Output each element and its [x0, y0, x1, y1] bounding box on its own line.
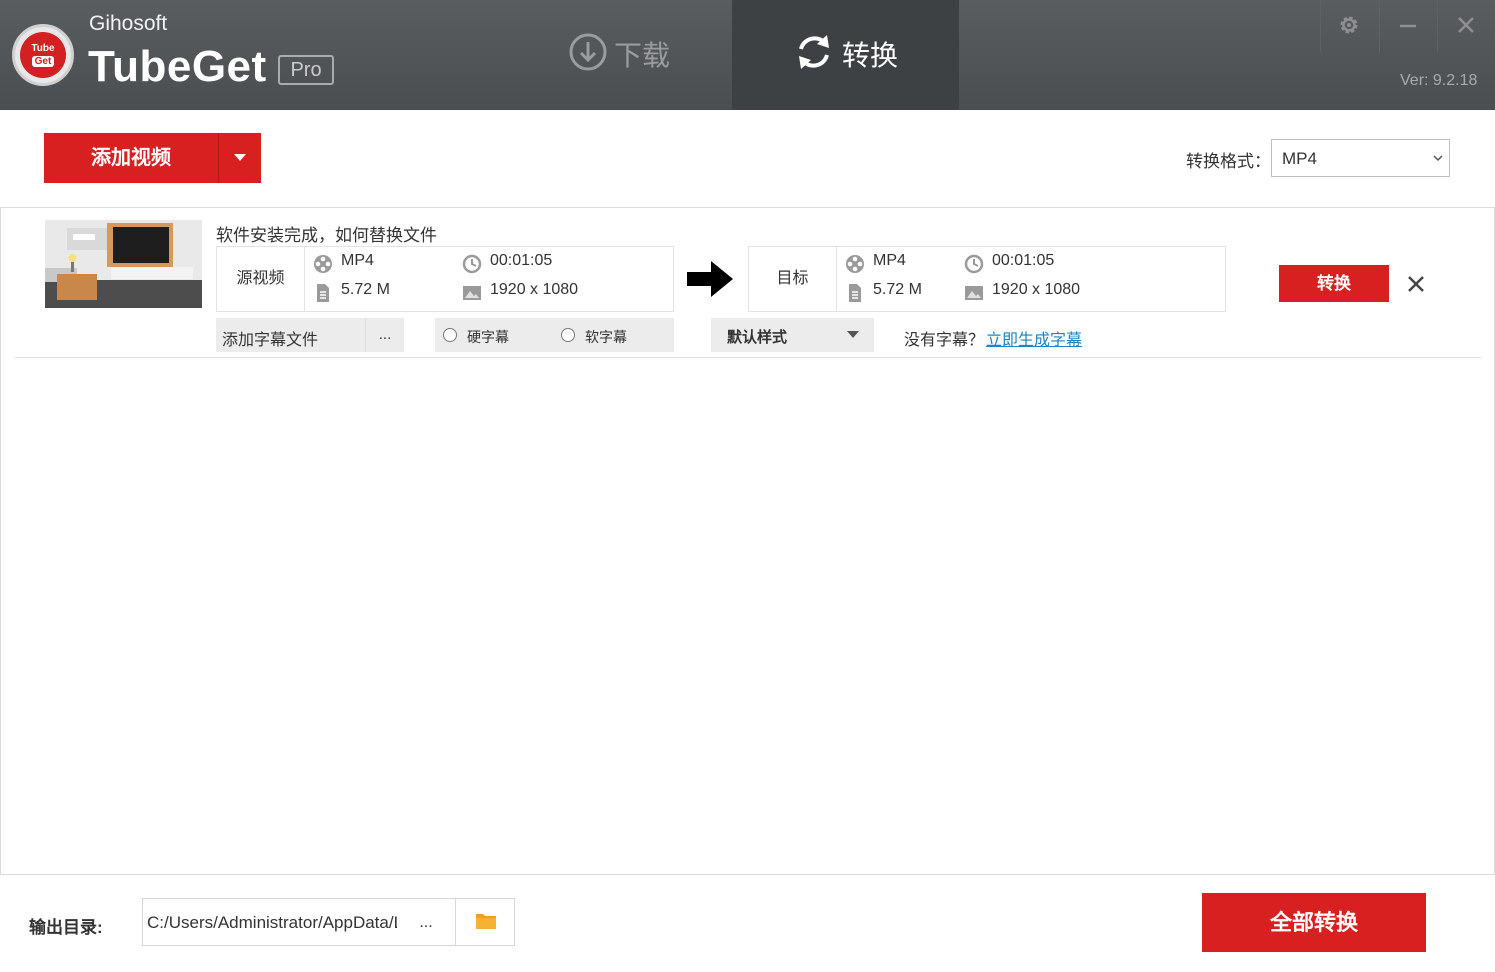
convert-refresh-icon	[799, 35, 829, 69]
add-video-button[interactable]: 添加视频	[44, 133, 218, 183]
convert-button[interactable]: 转换	[1279, 265, 1389, 302]
radio-circle-icon	[561, 328, 575, 342]
add-subtitle-label: 添加字幕文件	[222, 332, 319, 349]
gear-icon	[1340, 16, 1358, 34]
settings-button[interactable]	[1320, 0, 1378, 52]
caret-down-icon	[234, 154, 246, 161]
subtitle-style-value: 默认样式	[727, 329, 788, 346]
tab-convert-label: 转换	[842, 40, 899, 71]
source-tag: 源视频	[217, 247, 305, 311]
add-video-dropdown-button[interactable]	[218, 133, 261, 183]
format-value: MP4	[1282, 149, 1317, 168]
file-icon	[317, 284, 329, 302]
output-path-value: C:/Users/Administrator/AppData/Local	[147, 913, 397, 932]
film-reel-icon	[314, 255, 332, 273]
subtitle-type-group: 硬字幕 软字幕	[435, 318, 674, 352]
video-thumbnail[interactable]	[45, 220, 202, 308]
download-circle-icon	[569, 33, 607, 71]
open-folder-button[interactable]	[455, 898, 515, 946]
target-info: 目标 MP4 00:01:05 5.72 M 1920 x 1080	[748, 246, 1226, 312]
no-subtitle-text: 没有字幕？	[904, 332, 985, 349]
app-logo: Tube Get	[12, 24, 74, 86]
subtitle-browse-button[interactable]: ...	[365, 318, 404, 352]
brand-company: Gihosoft	[89, 12, 168, 35]
chevron-down-icon	[1433, 155, 1443, 162]
caret-down-icon	[847, 331, 859, 338]
tab-convert[interactable]: 转换	[732, 0, 959, 110]
image-icon	[965, 286, 983, 300]
close-icon	[1458, 17, 1474, 33]
convert-all-button[interactable]: 全部转换	[1202, 893, 1426, 952]
tab-download-label: 下载	[614, 40, 671, 71]
video-item: 软件安装完成，如何替换文件 源视频 MP4 00:01:05 5.72 M 19…	[15, 208, 1481, 358]
output-path-field[interactable]: C:/Users/Administrator/AppData/Local	[142, 898, 398, 946]
format-select[interactable]: MP4	[1271, 139, 1450, 177]
file-icon	[849, 284, 861, 302]
remove-item-icon[interactable]	[1406, 274, 1426, 294]
subtitle-style-select[interactable]: 默认样式	[711, 318, 874, 352]
close-window-button[interactable]	[1437, 0, 1495, 52]
pro-badge: Pro	[278, 55, 334, 85]
version-label: Ver: 9.2.18	[1400, 72, 1478, 89]
folder-icon	[476, 914, 496, 929]
brand-product-name: TubeGet	[88, 42, 267, 91]
output-directory-label: 输出目录:	[29, 918, 103, 937]
minimize-icon	[1400, 24, 1416, 28]
clock-icon	[964, 254, 984, 274]
video-title: 软件安装完成，如何替换文件	[216, 226, 437, 245]
tab-download[interactable]: 下载	[540, 0, 732, 110]
film-reel-icon	[846, 255, 864, 273]
title-bar: Tube Get Gihosoft TubeGet Pro 下载 转换 Ver:…	[0, 0, 1495, 110]
target-tag: 目标	[749, 247, 837, 311]
add-subtitle-field[interactable]: 添加字幕文件 ...	[216, 318, 404, 352]
radio-circle-icon	[443, 328, 457, 342]
image-icon	[463, 286, 481, 300]
video-list: 软件安装完成，如何替换文件 源视频 MP4 00:01:05 5.72 M 19…	[0, 207, 1495, 875]
generate-subtitle-link[interactable]: 立即生成字幕	[986, 326, 1082, 350]
output-browse-button[interactable]: ...	[397, 898, 456, 946]
format-label: 转换格式：	[1186, 152, 1271, 171]
clock-icon	[462, 254, 482, 274]
arrow-right-icon	[687, 261, 733, 297]
minimize-button[interactable]	[1379, 0, 1437, 52]
source-info: 源视频 MP4 00:01:05 5.72 M 1920 x 1080	[216, 246, 674, 312]
